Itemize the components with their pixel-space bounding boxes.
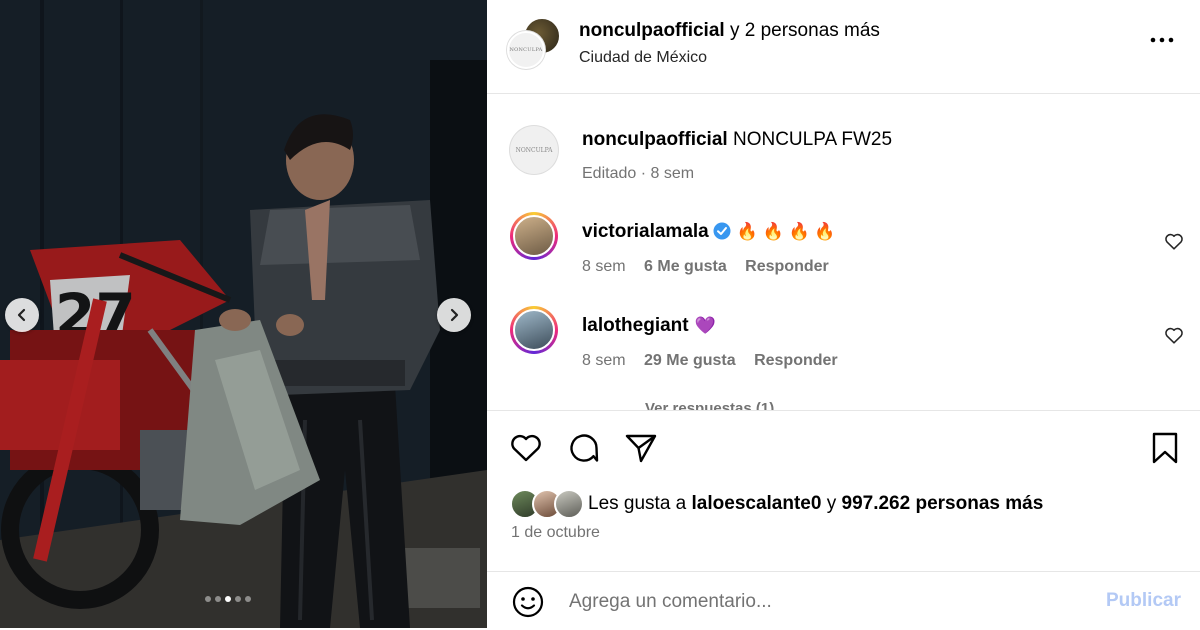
post-photo: 27 xyxy=(0,0,487,628)
comment-text: lalothegiant 💜 xyxy=(582,315,716,337)
more-horizontal-icon[interactable] xyxy=(1149,30,1175,50)
post-header: NONCULPA nonculpaofficial y 2 personas m… xyxy=(487,0,1200,94)
comment-time[interactable]: 8 sem xyxy=(582,352,626,369)
see-replies-button[interactable]: Ver respuestas (1) xyxy=(645,400,774,410)
send-icon[interactable] xyxy=(624,431,658,465)
avatar[interactable]: NONCULPA xyxy=(507,31,545,69)
avatar[interactable] xyxy=(510,306,558,354)
avatar[interactable] xyxy=(510,212,558,260)
heart-icon[interactable] xyxy=(1164,232,1184,250)
verified-badge-icon xyxy=(713,222,731,240)
carousel-indicator xyxy=(205,596,251,602)
avatar-logo-text: NONCULPA xyxy=(515,146,553,154)
avatar[interactable] xyxy=(554,489,584,519)
likes-user[interactable]: laloescalante0 xyxy=(692,493,822,514)
coauthors-text[interactable]: y 2 personas más xyxy=(730,20,880,41)
comment-meta: 8 sem 29 Me gusta Responder xyxy=(582,352,852,370)
comment-body: 🔥 🔥 🔥 🔥 xyxy=(736,222,836,241)
caption-body: NONCULPA FW25 xyxy=(732,129,893,150)
chevron-right-icon xyxy=(450,308,459,322)
post-side-panel: NONCULPA nonculpaofficial y 2 personas m… xyxy=(487,0,1200,629)
avatar-logo-text: NONCULPA xyxy=(509,47,543,53)
heart-icon[interactable] xyxy=(509,431,543,465)
comment-icon[interactable] xyxy=(567,431,601,465)
post-date[interactable]: 1 de octubre xyxy=(511,524,600,542)
smiley-icon[interactable] xyxy=(511,585,545,619)
reply-button[interactable]: Responder xyxy=(754,352,838,369)
add-comment-bar: Publicar xyxy=(487,571,1200,630)
avatar[interactable]: NONCULPA xyxy=(510,126,558,174)
coauthor-avatars[interactable]: NONCULPA xyxy=(507,17,561,69)
caption-text: nonculpaofficial NONCULPA FW25 xyxy=(582,129,892,151)
likes-prefix: Les gusta a xyxy=(588,493,687,514)
caption-username[interactable]: nonculpaofficial xyxy=(582,129,728,150)
likes-conj: y xyxy=(826,493,837,514)
heart-icon[interactable] xyxy=(1164,326,1184,344)
comment-username[interactable]: lalothegiant xyxy=(582,315,689,336)
carousel-prev-button[interactable] xyxy=(5,298,39,332)
location-link[interactable]: Ciudad de México xyxy=(579,49,707,67)
carousel-dot-active xyxy=(225,596,231,602)
carousel-next-button[interactable] xyxy=(437,298,471,332)
comment-text: victorialamala 🔥 🔥 🔥 🔥 xyxy=(582,221,836,243)
comment-time[interactable]: 8 sem xyxy=(582,258,626,275)
comment-body: 💜 xyxy=(694,316,716,335)
chevron-left-icon xyxy=(17,308,26,322)
bookmark-icon[interactable] xyxy=(1148,431,1182,465)
reply-button[interactable]: Responder xyxy=(745,258,829,275)
comment-likes[interactable]: 6 Me gusta xyxy=(644,258,727,275)
likes-summary[interactable]: Les gusta a laloescalante0 y 997.262 per… xyxy=(588,493,1043,515)
carousel-dot xyxy=(245,596,251,602)
comment-input[interactable] xyxy=(567,585,1091,619)
publish-button[interactable]: Publicar xyxy=(1106,590,1181,612)
likes-count[interactable]: 997.262 personas más xyxy=(842,493,1044,514)
caption-meta: Editado · 8 sem xyxy=(582,165,695,182)
comment-username[interactable]: victorialamala xyxy=(582,221,709,242)
carousel-dot xyxy=(235,596,241,602)
carousel-dot xyxy=(215,596,221,602)
comment-likes[interactable]: 29 Me gusta xyxy=(644,352,736,369)
post-actions: Les gusta a laloescalante0 y 997.262 per… xyxy=(487,410,1200,629)
author-username-link[interactable]: nonculpaofficial xyxy=(579,20,725,41)
comment-meta: 8 sem 6 Me gusta Responder xyxy=(582,258,843,276)
comments-list[interactable]: NONCULPA nonculpaofficial NONCULPA FW25 … xyxy=(487,94,1200,410)
post-media[interactable]: 27 xyxy=(0,0,487,628)
post-author: nonculpaofficial y 2 personas más xyxy=(579,20,880,42)
carousel-dot xyxy=(205,596,211,602)
